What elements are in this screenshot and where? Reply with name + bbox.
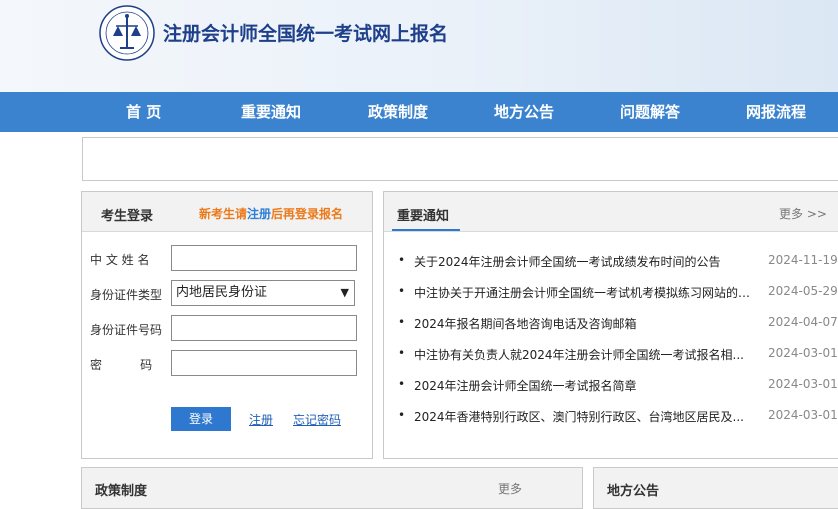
news-item-date: 2024-03-01	[768, 377, 838, 391]
id-type-selected: 内地居民身份证	[176, 285, 268, 300]
news-item-title[interactable]: 中注协有关负责人就2024年注册会计师全国统一考试报名相...	[414, 346, 759, 363]
name-label: 中 文 姓 名	[90, 253, 150, 267]
policies-more-link[interactable]: 更多	[498, 480, 522, 497]
forgot-password-link[interactable]: 忘记密码	[293, 411, 341, 428]
register-hint-suffix: 后再登录报名	[271, 207, 344, 221]
news-title-underline	[392, 229, 460, 231]
news-item[interactable]: • 2024年报名期间各地咨询电话及咨询邮箱 2024-04-07	[398, 315, 838, 335]
news-item-date: 2024-11-19	[768, 253, 838, 267]
bullet-icon: •	[398, 377, 406, 391]
nav-item-policies[interactable]: 政策制度	[368, 92, 428, 132]
register-link[interactable]: 注册	[249, 411, 273, 428]
news-panel: 重要通知 更多 >> • 关于2024年注册会计师全国统一考试成绩发布时间的公告…	[383, 191, 838, 459]
news-item[interactable]: • 关于2024年注册会计师全国统一考试成绩发布时间的公告 2024-11-19	[398, 253, 838, 273]
news-item[interactable]: • 2024年香港特别行政区、澳门特别行政区、台湾地区居民及... 2024-0…	[398, 408, 838, 428]
register-hint-link[interactable]: 注册	[247, 207, 271, 221]
site-title: 注册会计师全国统一考试网上报名	[163, 23, 449, 45]
password-label: 密 码	[90, 358, 153, 372]
bullet-icon: •	[398, 315, 406, 329]
news-item-date: 2024-05-29	[768, 284, 838, 298]
chevron-down-icon: ▼	[340, 286, 349, 299]
register-hint-prefix: 新考生请	[199, 207, 248, 221]
login-header: 考生登录 新考生请注册后再登录报名	[82, 192, 372, 232]
login-panel: 考生登录 新考生请注册后再登录报名 中 文 姓 名 身份证件类型 内地居民身份证…	[81, 191, 373, 459]
news-more-link[interactable]: 更多 >>	[779, 205, 827, 222]
register-hint: 新考生请注册后再登录报名	[199, 205, 343, 222]
news-item-date: 2024-04-07	[768, 315, 838, 329]
news-item-date: 2024-03-01	[768, 408, 838, 422]
news-item-title[interactable]: 2024年报名期间各地咨询电话及咨询邮箱	[414, 315, 759, 332]
nav-item-process[interactable]: 网报流程	[746, 92, 806, 132]
cicpa-emblem-icon[interactable]	[98, 4, 156, 62]
news-item-title[interactable]: 2024年香港特别行政区、澳门特别行政区、台湾地区居民及...	[414, 408, 759, 425]
policies-panel-title: 政策制度	[95, 484, 148, 499]
news-item-title[interactable]: 中注协关于开通注册会计师全国统一考试机考模拟练习网站的公...	[414, 284, 759, 301]
id-number-label: 身份证件号码	[90, 323, 163, 337]
banner-box	[82, 137, 838, 181]
bullet-icon: •	[398, 284, 406, 298]
login-button[interactable]: 登录	[171, 407, 231, 431]
site-header: 注册会计师全国统一考试网上报名	[0, 0, 838, 92]
news-title: 重要通知	[397, 209, 450, 224]
nav-item-notices[interactable]: 重要通知	[241, 92, 301, 132]
nav-item-local-announcements[interactable]: 地方公告	[494, 92, 554, 132]
id-type-select[interactable]: 内地居民身份证 ▼	[171, 280, 355, 306]
nav-item-faq[interactable]: 问题解答	[620, 92, 680, 132]
id-number-input[interactable]	[171, 315, 357, 341]
bullet-icon: •	[398, 346, 406, 360]
news-item[interactable]: • 中注协关于开通注册会计师全国统一考试机考模拟练习网站的公... 2024-0…	[398, 284, 838, 304]
local-announcements-panel: 地方公告	[593, 467, 838, 509]
news-item[interactable]: • 中注协有关负责人就2024年注册会计师全国统一考试报名相... 2024-0…	[398, 346, 838, 366]
bullet-icon: •	[398, 253, 406, 267]
login-title: 考生登录	[101, 209, 154, 224]
bullet-icon: •	[398, 408, 406, 422]
id-type-label: 身份证件类型	[90, 288, 163, 302]
password-input[interactable]	[171, 350, 357, 376]
news-item-date: 2024-03-01	[768, 346, 838, 360]
local-announcements-panel-title: 地方公告	[607, 484, 660, 499]
nav-item-home[interactable]: 首 页	[126, 92, 161, 132]
news-item-title[interactable]: 关于2024年注册会计师全国统一考试成绩发布时间的公告	[414, 253, 759, 270]
news-item-title[interactable]: 2024年注册会计师全国统一考试报名简章	[414, 377, 759, 394]
main-nav: 首 页 重要通知 政策制度 地方公告 问题解答 网报流程	[0, 92, 838, 132]
news-item[interactable]: • 2024年注册会计师全国统一考试报名简章 2024-03-01	[398, 377, 838, 397]
policies-panel: 政策制度 更多	[81, 467, 583, 509]
news-header: 重要通知 更多 >>	[384, 192, 838, 232]
name-input[interactable]	[171, 245, 357, 271]
